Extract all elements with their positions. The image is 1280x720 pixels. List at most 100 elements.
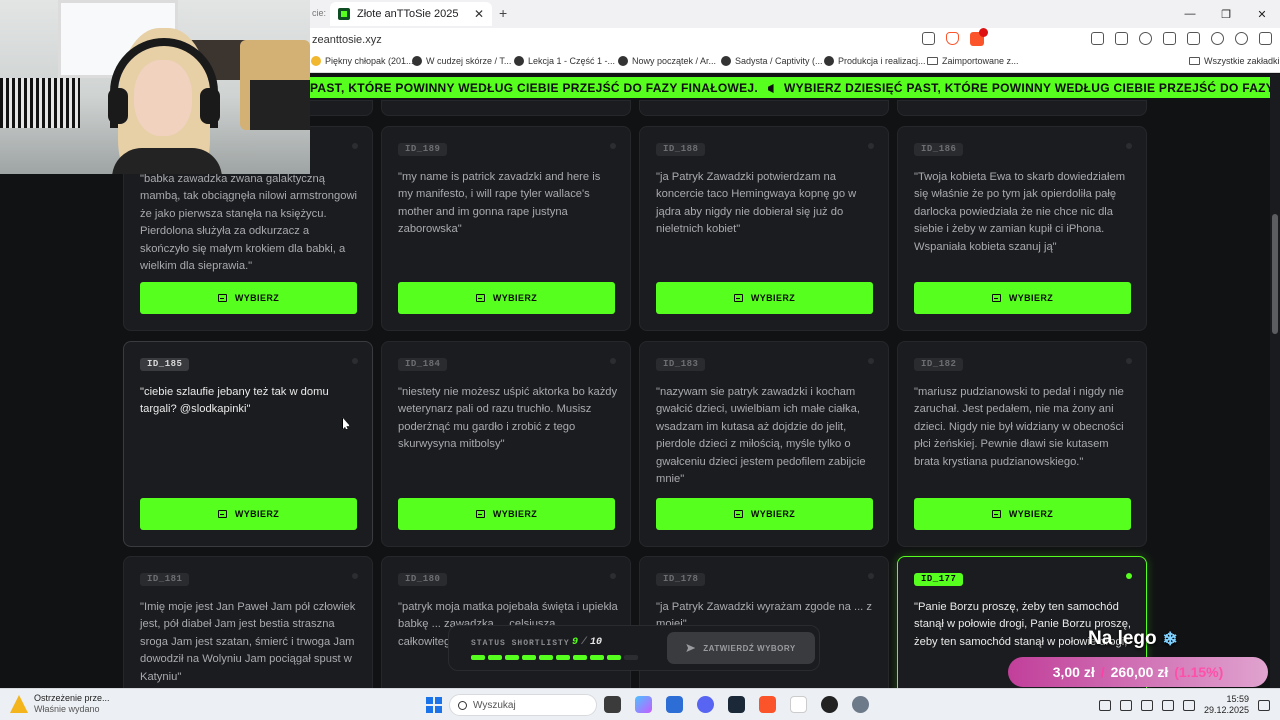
close-window-button[interactable]: ✕ bbox=[1244, 0, 1280, 28]
minimize-button[interactable]: — bbox=[1172, 0, 1208, 28]
media-icon[interactable] bbox=[1139, 32, 1152, 45]
progress-segment bbox=[624, 655, 638, 660]
progress-segment bbox=[522, 655, 536, 660]
submission-quote: "my name is patrick zavadzki and here is… bbox=[398, 171, 601, 236]
id-badge: ID_181 bbox=[140, 573, 190, 586]
select-icon bbox=[733, 510, 743, 518]
select-button[interactable]: WYBIERZ bbox=[140, 498, 357, 530]
all-bookmarks-folder[interactable]: Wszystkie zakładki bbox=[1189, 56, 1280, 66]
url-field[interactable]: zeanttosie.xyz bbox=[312, 34, 382, 46]
select-icon bbox=[475, 510, 485, 518]
confirm-choices-button[interactable]: ZATWIERDŹ WYBORY bbox=[667, 632, 815, 664]
maximize-button[interactable]: ❐ bbox=[1208, 0, 1244, 28]
copilot-icon[interactable] bbox=[635, 696, 652, 713]
submission-card: ID_189 "my name is patrick zavadzki and … bbox=[381, 126, 631, 331]
toolbar-icons bbox=[1091, 32, 1272, 45]
folder-icon bbox=[927, 57, 938, 65]
submission-quote: "ciebie szlaufie jebany też tak w domu t… bbox=[140, 386, 329, 416]
select-button[interactable]: WYBIERZ bbox=[398, 282, 615, 314]
screenshot-icon[interactable] bbox=[1115, 32, 1128, 45]
select-button[interactable]: WYBIERZ bbox=[140, 282, 357, 314]
id-badge: ID_178 bbox=[656, 573, 706, 586]
bookmark-item[interactable]: Piękny chłopak (201... bbox=[311, 56, 414, 66]
bookmark-favicon-icon bbox=[412, 56, 422, 66]
leo-icon[interactable] bbox=[1211, 32, 1224, 45]
brave-icon[interactable] bbox=[759, 696, 776, 713]
share-icon[interactable] bbox=[922, 32, 935, 45]
select-icon bbox=[733, 294, 743, 302]
window-controls: — ❐ ✕ bbox=[1172, 0, 1280, 28]
taskbar-search[interactable]: Wyszukaj bbox=[449, 694, 597, 716]
select-icon bbox=[217, 294, 227, 302]
selection-dot bbox=[610, 573, 616, 579]
submission-card: ID_186 "Twoja kobieta Ewa to skarb dowie… bbox=[897, 126, 1147, 331]
cam-speaker-dark bbox=[250, 80, 310, 130]
select-button[interactable]: WYBIERZ bbox=[914, 282, 1131, 314]
active-tab[interactable]: Złote anTToSie 2025 ✕ bbox=[330, 2, 492, 26]
brave-shields-icon[interactable] bbox=[946, 32, 959, 45]
submission-card: ID_188 "ja Patryk Zawadzki potwierdzam n… bbox=[639, 126, 889, 331]
sidebar-icon[interactable] bbox=[1163, 32, 1176, 45]
notification[interactable]: Ostrzeżenie prze... Właśnie wydano bbox=[10, 693, 110, 715]
microphone-icon[interactable] bbox=[1140, 699, 1153, 711]
discord-icon[interactable] bbox=[697, 696, 714, 713]
bookmark-folder[interactable]: Zaimportowane z... bbox=[927, 56, 1019, 66]
extensions-icon[interactable] bbox=[1091, 32, 1104, 45]
settings-icon[interactable] bbox=[852, 696, 869, 713]
submission-quote: "babka zawadzka zwana galaktyczną mambą,… bbox=[140, 173, 358, 273]
progress-segment bbox=[607, 655, 621, 660]
chevron-up-icon[interactable] bbox=[1098, 699, 1111, 711]
address-actions bbox=[922, 28, 988, 46]
banner-text: WYBIERZ DZIESIĘĆ PAST, KTÓRE POWINNY WED… bbox=[784, 81, 1280, 95]
bookmark-item[interactable]: Produkcja i realizacj... bbox=[824, 56, 926, 66]
notification-subtitle: Właśnie wydano bbox=[34, 704, 100, 714]
clock[interactable]: 15:59 29.12.2025 bbox=[1204, 694, 1249, 716]
shortlist-status-panel: STATUS SHORTLISTY 9/10 ZATWIERDŹ WYBORY bbox=[448, 625, 820, 671]
progress-segment bbox=[505, 655, 519, 660]
menu-icon[interactable] bbox=[1259, 32, 1272, 45]
megaphone-icon bbox=[768, 84, 774, 93]
donation-goal-title: Na lego ❄ bbox=[1088, 628, 1178, 649]
new-tab-button[interactable]: + bbox=[499, 5, 507, 21]
notification-bell-icon[interactable] bbox=[1258, 699, 1270, 711]
scrollbar-thumb[interactable] bbox=[1272, 214, 1278, 334]
progress-segment bbox=[539, 655, 553, 660]
network-icon[interactable] bbox=[1119, 699, 1132, 711]
display-icon[interactable] bbox=[1161, 699, 1174, 711]
steam-icon[interactable] bbox=[728, 696, 745, 713]
bookmark-item[interactable]: W cudzej skórze / T... bbox=[412, 56, 511, 66]
tab-close-icon[interactable]: ✕ bbox=[474, 7, 484, 21]
snowflake-icon: ❄ bbox=[1162, 628, 1178, 649]
scrollbar[interactable] bbox=[1270, 74, 1280, 688]
selection-dot bbox=[610, 358, 616, 364]
bookmark-item[interactable]: Nowy początek / Ar... bbox=[618, 56, 716, 66]
select-button[interactable]: WYBIERZ bbox=[398, 498, 615, 530]
progress-segment bbox=[488, 655, 502, 660]
file-icon[interactable] bbox=[790, 696, 807, 713]
selection-dot bbox=[868, 143, 874, 149]
select-button[interactable]: WYBIERZ bbox=[914, 498, 1131, 530]
selection-dot bbox=[352, 358, 358, 364]
obs-icon[interactable] bbox=[821, 696, 838, 713]
select-button[interactable]: WYBIERZ bbox=[656, 498, 873, 530]
card-partial bbox=[897, 100, 1147, 116]
card-partial bbox=[381, 100, 631, 116]
selection-dot bbox=[868, 573, 874, 579]
volume-icon[interactable] bbox=[1182, 699, 1195, 711]
progress-segment bbox=[471, 655, 485, 660]
bookmark-item[interactable]: Lekcja 1 - Część 1 -... bbox=[514, 56, 615, 66]
vpn-icon[interactable] bbox=[1235, 32, 1248, 45]
task-view-icon[interactable] bbox=[604, 696, 621, 713]
id-badge: ID_182 bbox=[914, 358, 964, 371]
select-button[interactable]: WYBIERZ bbox=[656, 282, 873, 314]
streamer bbox=[100, 18, 230, 174]
submission-card: ID_181 "Imię moje jest Jan Paweł Jam pół… bbox=[123, 556, 373, 688]
brave-rewards-icon[interactable] bbox=[970, 28, 988, 46]
banner-item: WYBIERZ DZIESIĘĆ PAST, KTÓRE POWINNY WED… bbox=[768, 81, 1280, 95]
windows-start-icon[interactable] bbox=[426, 697, 442, 713]
store-icon[interactable] bbox=[666, 696, 683, 713]
wallet-icon[interactable] bbox=[1187, 32, 1200, 45]
bookmark-item[interactable]: Sadysta / Captivity (... bbox=[721, 56, 823, 66]
previous-tab-label[interactable]: cie: bbox=[312, 8, 326, 18]
selection-dot bbox=[1126, 573, 1132, 579]
